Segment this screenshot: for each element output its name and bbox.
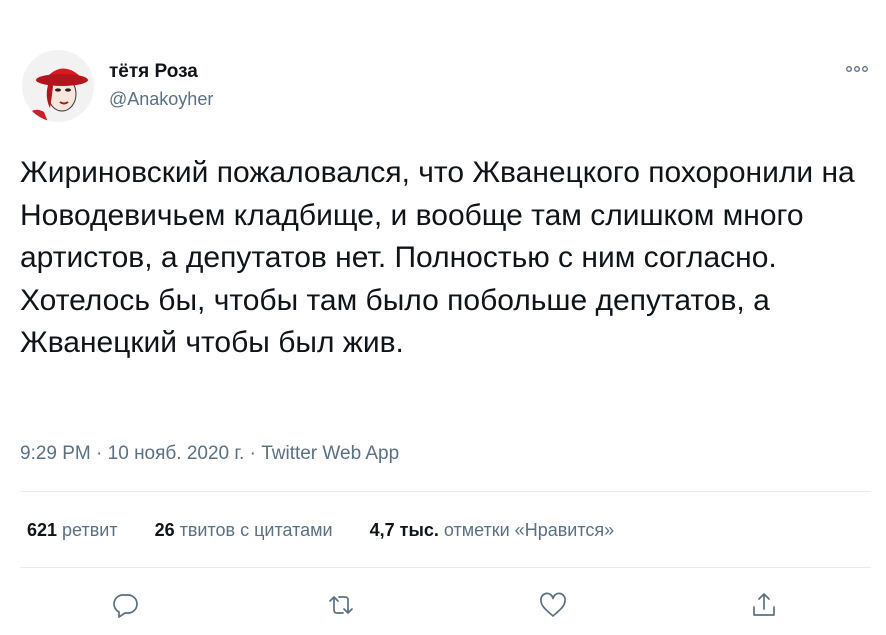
quotes-label: твитов с цитатами — [179, 520, 333, 540]
handle[interactable]: @Anakoyher — [109, 89, 213, 110]
avatar[interactable] — [22, 50, 94, 122]
reply-icon — [113, 594, 138, 618]
like-icon — [540, 592, 566, 617]
avatar-red-hat-portrait-icon — [22, 50, 94, 122]
quotes-count: 26 — [154, 520, 175, 540]
meta-separator: · — [96, 443, 103, 464]
share-button[interactable] — [749, 590, 779, 620]
retweets-count: 621 — [27, 520, 58, 540]
tweet-time[interactable]: 9:29 PM — [20, 443, 91, 464]
more-options-icon[interactable] — [845, 62, 869, 74]
tweet-date[interactable]: 10 нояб. 2020 г. — [108, 443, 245, 464]
quotes-stat[interactable]: 26 твитов с цитатами — [155, 520, 333, 541]
divider — [20, 567, 871, 568]
likes-count: 4,7 тыс. — [369, 520, 439, 540]
share-icon — [753, 593, 775, 616]
retweets-stat[interactable]: 621 ретвит — [27, 520, 118, 541]
likes-stat[interactable]: 4,7 тыс. отметки «Нравится» — [370, 520, 615, 541]
divider — [20, 491, 871, 492]
reply-button[interactable] — [110, 590, 140, 620]
display-name[interactable]: тётя Роза — [109, 61, 198, 83]
meta-separator: · — [249, 443, 256, 464]
tweet-text: Жириновский пожаловался, что Жванецкого … — [20, 156, 855, 359]
likes-label: отметки «Нравится» — [443, 520, 615, 540]
tweet-stats: 621 ретвит 26 твитов с цитатами 4,7 тыс. от… — [27, 520, 646, 541]
like-button[interactable] — [538, 590, 568, 620]
tweet-meta: 9:29 PM · 10 нояб. 2020 г. · Twitter Web… — [20, 443, 399, 465]
retweet-button[interactable] — [326, 590, 356, 620]
tweet-source[interactable]: Twitter Web App — [261, 443, 399, 464]
retweet-icon — [329, 596, 353, 614]
retweets-label: ретвит — [62, 520, 118, 540]
